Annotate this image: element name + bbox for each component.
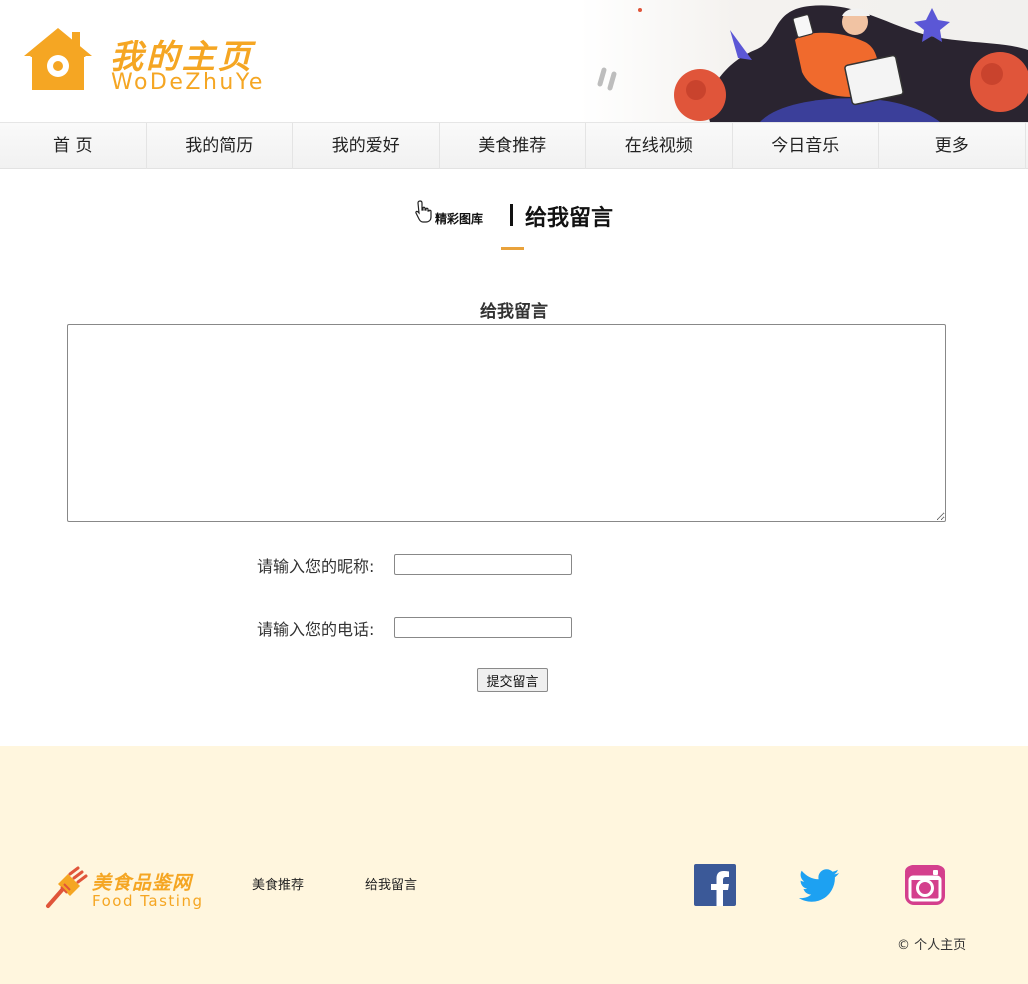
food-logo-title: 美食品鉴网 (92, 872, 193, 894)
nav-item-music[interactable]: 今日音乐 (733, 123, 879, 169)
footer-link-food[interactable]: 美食推荐 (252, 874, 304, 893)
form-heading: 给我留言 (480, 302, 548, 322)
site-footer: 美食品鉴网 Food Tasting 美食推荐 给我留言 © 个人主页 (0, 746, 1028, 984)
twitter-icon[interactable] (798, 864, 840, 906)
instagram-icon[interactable] (904, 864, 946, 906)
nav-item-more[interactable]: 更多 (879, 123, 1026, 169)
logo-subtitle: WoDeZhuYe (111, 70, 265, 95)
nav-item-food[interactable]: 美食推荐 (440, 123, 586, 169)
page-title: 给我留言 (525, 206, 614, 231)
nav-item-home[interactable]: 首 页 (0, 123, 147, 169)
copyright-text: © 个人主页 (897, 938, 967, 953)
pointer-hand-icon (415, 200, 432, 223)
nav-item-hobbies[interactable]: 我的爱好 (293, 123, 440, 169)
nav-item-video[interactable]: 在线视频 (586, 123, 733, 169)
main-nav: 首 页 我的简历 我的爱好 美食推荐 在线视频 今日音乐 更多 (0, 122, 1028, 169)
footer-link-message[interactable]: 给我留言 (365, 874, 417, 893)
food-logo-subtitle: Food Tasting (92, 892, 204, 910)
food-site-logo[interactable]: 美食品鉴网 Food Tasting (44, 866, 214, 916)
section-header: 精彩图库 给我留言 (0, 196, 1028, 236)
nav-item-resume[interactable]: 我的简历 (147, 123, 293, 169)
fork-cutlery-icon (46, 866, 88, 908)
gallery-link[interactable]: 精彩图库 (435, 210, 483, 227)
house-icon (24, 28, 92, 90)
title-separator (510, 204, 513, 226)
phone-input[interactable] (394, 617, 572, 638)
submit-message-button[interactable]: 提交留言 (477, 668, 548, 692)
site-header: 我的主页 WoDeZhuYe (0, 0, 1028, 122)
message-textarea[interactable] (67, 324, 946, 522)
banner-illustration (580, 0, 1028, 122)
nickname-input[interactable] (394, 554, 572, 575)
title-underline (501, 247, 524, 250)
site-logo[interactable]: 我的主页 WoDeZhuYe (22, 26, 282, 98)
phone-label: 请输入您的电话: (257, 620, 375, 639)
nickname-label: 请输入您的昵称: (257, 557, 375, 576)
facebook-icon[interactable] (694, 864, 736, 906)
